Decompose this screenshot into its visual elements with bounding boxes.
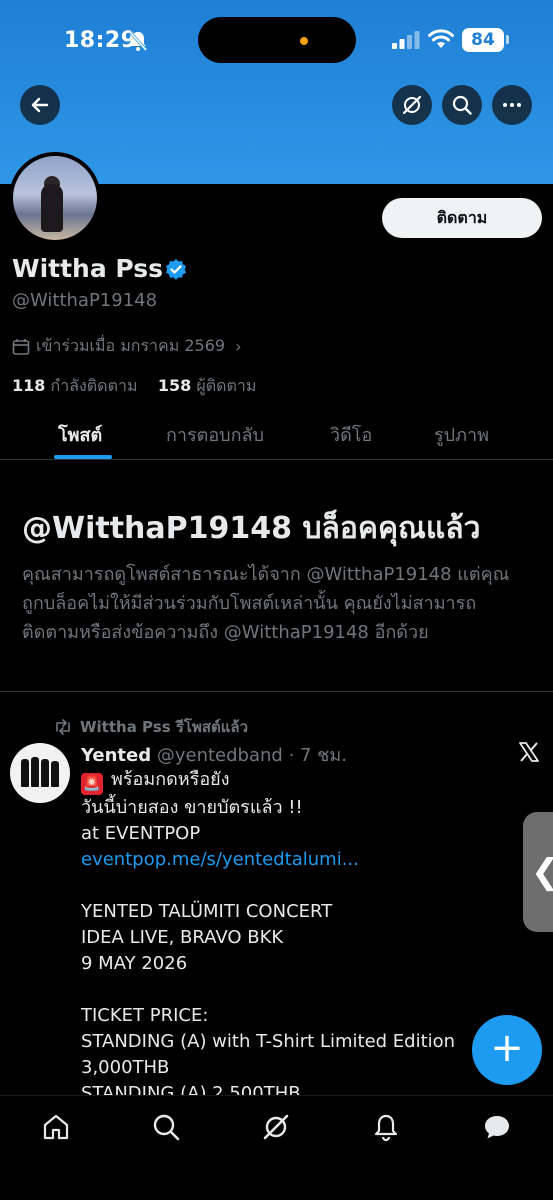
compose-post-button[interactable]: + xyxy=(472,1015,542,1085)
profile-avatar[interactable] xyxy=(9,152,101,244)
blocked-description: คุณสามารถดูโพสต์สาธารณะได้จาก @WitthaP19… xyxy=(22,564,510,643)
joined-text: เข้าร่วมเมื่อ มกราคม 2569 xyxy=(36,336,226,355)
status-time: 18:29 xyxy=(64,28,137,53)
grok-button[interactable] xyxy=(392,85,432,125)
post-author-name[interactable]: Yented xyxy=(81,745,151,766)
active-tab-indicator xyxy=(54,455,112,459)
chevron-right-icon: › xyxy=(235,337,242,356)
post-line: วันนี้บ่ายสอง ขายบัตรแล้ว !! xyxy=(81,797,303,818)
search-button[interactable] xyxy=(442,85,482,125)
dynamic-island xyxy=(198,17,356,63)
bell-icon[interactable] xyxy=(371,1112,401,1142)
more-icon xyxy=(503,103,521,107)
post-text: 🚨 พร้อมกดหรือยัง วันนี้บ่ายสอง ขายบัตรแล้… xyxy=(81,767,501,1107)
more-button[interactable] xyxy=(492,85,532,125)
bell-off-icon xyxy=(128,31,148,51)
home-icon[interactable] xyxy=(41,1112,71,1142)
post-link[interactable]: eventpop.me/s/yentedtalumi... xyxy=(81,847,501,873)
tab-replies[interactable]: การตอบกลับ xyxy=(166,420,264,449)
status-bar: 18:29 84 xyxy=(0,0,553,82)
avatar-figure xyxy=(21,759,29,787)
profile-handle: @WitthaP19148 xyxy=(12,290,158,311)
chat-icon[interactable] xyxy=(482,1112,512,1142)
verified-badge-icon xyxy=(166,259,186,280)
post-line: TICKET PRICE: xyxy=(81,1005,209,1026)
search-icon xyxy=(452,95,472,115)
search-icon[interactable] xyxy=(151,1112,181,1142)
post-header: Yented @yentedband · 7 ชม. xyxy=(81,740,347,769)
post-line: 9 MAY 2026 xyxy=(81,953,188,974)
tab-videos[interactable]: วิดีโอ xyxy=(330,420,372,449)
battery-nub xyxy=(506,35,509,44)
battery-indicator: 84 xyxy=(462,28,504,52)
follow-button[interactable]: ติดตาม xyxy=(382,198,542,238)
avatar-figure xyxy=(51,761,59,787)
profile-tabs: โพสต์ การตอบกลับ วิดีโอ รูปภาพ xyxy=(0,412,553,460)
post-line: STANDING (A) with T-Shirt Limited Editio… xyxy=(81,1031,456,1052)
tab-photos[interactable]: รูปภาพ xyxy=(434,420,489,449)
post-author-avatar[interactable] xyxy=(10,743,70,803)
follow-stats: 118 กำลังติดตาม 158 ผู้ติดตาม xyxy=(12,374,256,399)
wifi-icon xyxy=(428,29,454,48)
followers-count[interactable]: 158 xyxy=(158,376,191,395)
x-logo-icon[interactable] xyxy=(517,740,541,764)
avatar-figure xyxy=(41,759,49,787)
blocked-title: @WitthaP19148 บล็อคคุณแล้ว xyxy=(22,511,481,546)
post-line: YENTED TALÜMITI CONCERT xyxy=(81,901,333,922)
repost-icon xyxy=(56,719,70,735)
avatar-figure xyxy=(41,184,63,232)
post-line xyxy=(81,873,501,899)
joined-date[interactable]: เข้าร่วมเมื่อ มกราคม 2569 › xyxy=(12,334,242,359)
post-line: at EVENTPOP xyxy=(81,823,201,844)
post-author-handle[interactable]: @yentedband xyxy=(157,745,283,766)
grok-icon[interactable] xyxy=(261,1112,291,1142)
bottom-navigation xyxy=(0,1095,553,1200)
repost-indicator: Wittha Pss รีโพสต์แล้ว xyxy=(54,715,248,739)
divider xyxy=(0,691,553,692)
tab-posts[interactable]: โพสต์ xyxy=(58,420,102,449)
post-line xyxy=(81,977,501,1003)
signal-icon xyxy=(392,31,420,49)
back-button[interactable] xyxy=(20,85,60,125)
privacy-indicator xyxy=(300,37,308,45)
post-line: 3,000THB xyxy=(81,1057,170,1078)
following-count[interactable]: 118 xyxy=(12,376,45,395)
following-label[interactable]: กำลังติดตาม xyxy=(51,376,138,395)
calendar-icon xyxy=(12,338,30,355)
arrow-left-icon xyxy=(31,97,49,113)
avatar-figure xyxy=(31,757,39,787)
post-line: พร้อมกดหรือยัง xyxy=(111,769,230,790)
followers-label[interactable]: ผู้ติดตาม xyxy=(196,376,256,395)
side-panel-handle[interactable]: ❮ xyxy=(523,812,553,932)
post-time: · 7 ชม. xyxy=(288,745,347,766)
display-name: Wittha Pss xyxy=(12,254,164,283)
siren-emoji-icon: 🚨 xyxy=(81,773,103,795)
grok-icon xyxy=(402,95,422,115)
post-line: IDEA LIVE, BRAVO BKK xyxy=(81,927,284,948)
repost-label[interactable]: Wittha Pss รีโพสต์แล้ว xyxy=(80,715,248,739)
